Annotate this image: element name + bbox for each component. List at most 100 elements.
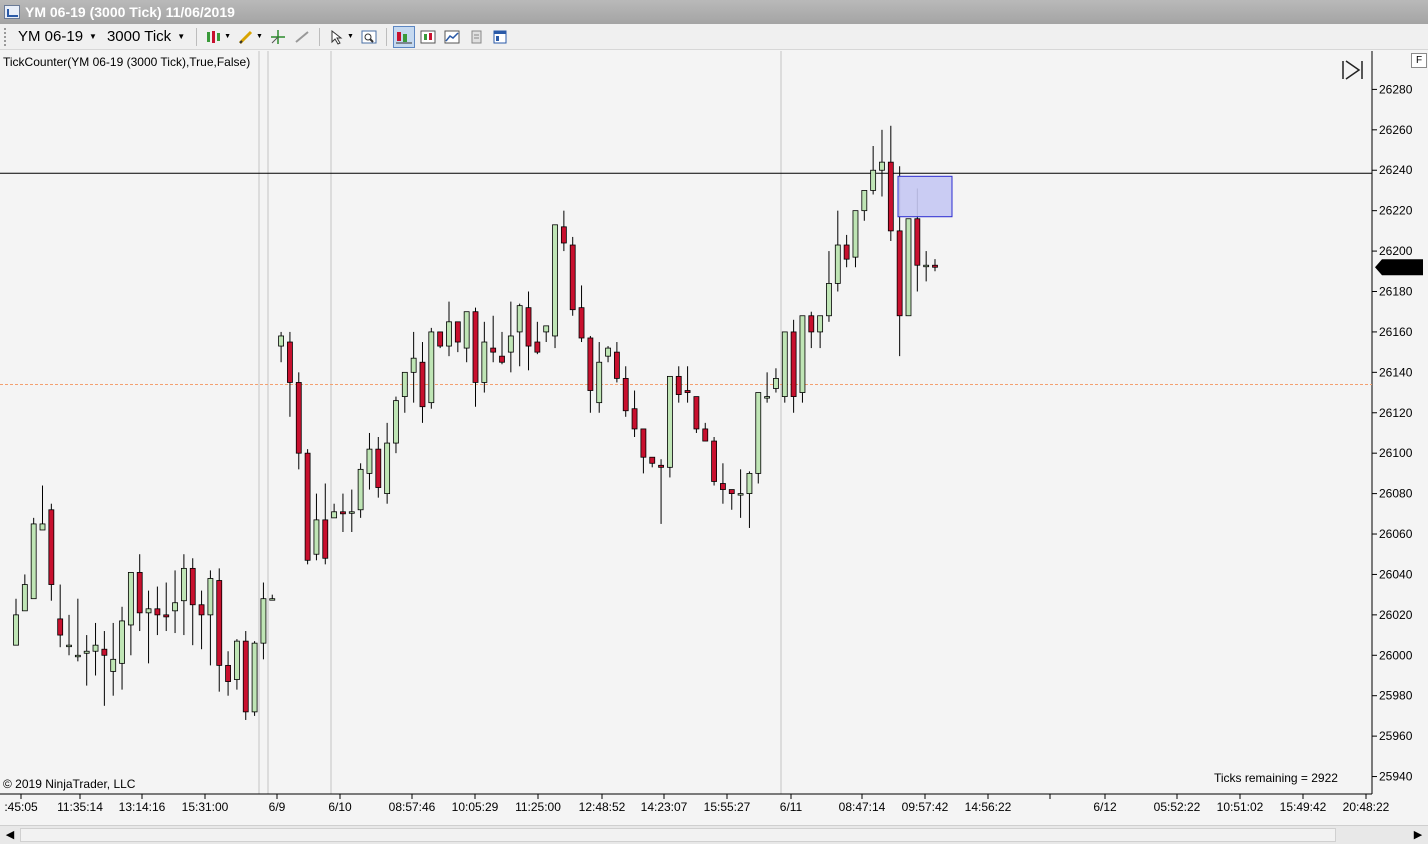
candlestick-style-icon[interactable] (203, 26, 225, 48)
candle (675, 366, 682, 403)
scroll-to-end-icon[interactable] (1341, 59, 1365, 81)
candle (163, 582, 170, 632)
candle (552, 224, 558, 349)
candle (57, 584, 64, 648)
candle-body (516, 305, 523, 333)
candle-body (560, 226, 567, 244)
candle (260, 582, 267, 660)
candle-body (375, 448, 382, 488)
candle-body (66, 644, 72, 648)
candle (348, 489, 355, 532)
candle (225, 651, 231, 696)
candle-body (119, 620, 125, 664)
chevron-down-icon[interactable]: ▼ (224, 33, 231, 40)
candle (30, 517, 37, 600)
candle-body (746, 472, 753, 495)
candle-body (684, 390, 691, 393)
candle (905, 218, 912, 317)
candle-body (366, 448, 373, 474)
templates-icon[interactable] (465, 26, 487, 48)
instrument-selector[interactable]: YM 06-19 ▼ (14, 26, 103, 48)
candle (826, 251, 832, 322)
candle-body (728, 489, 735, 495)
candle-body (631, 408, 638, 430)
crosshair-icon[interactable] (267, 26, 289, 48)
y-tick-label: 26080 (1379, 487, 1413, 501)
candle (189, 558, 196, 646)
toolbar-grip[interactable] (4, 27, 8, 46)
candle (693, 396, 700, 433)
interval-selector[interactable]: 3000 Tick ▼ (103, 26, 191, 48)
candle-body (640, 428, 647, 458)
candle-body (490, 347, 497, 353)
candle-body (887, 161, 894, 232)
x-tick-label: 10:05:29 (452, 800, 499, 814)
candle-body (357, 468, 364, 511)
indicators-icon[interactable] (417, 26, 439, 48)
candle-body (304, 452, 311, 561)
horizontal-scrollbar[interactable]: ◀ ▶ (0, 825, 1428, 844)
candle (234, 639, 240, 690)
x-tick-label: 6/10 (328, 800, 352, 814)
candle-body (234, 640, 240, 680)
f-button[interactable]: F (1411, 53, 1427, 68)
candle (596, 342, 603, 413)
chevron-down-icon[interactable]: ▼ (347, 33, 354, 40)
candle (870, 145, 877, 195)
scroll-left-icon[interactable]: ◀ (2, 828, 18, 843)
toolbar-separator (318, 27, 320, 46)
price-chart[interactable]: 26280 26260 26240 26220 26200 26180 26160 26140… (0, 51, 1428, 825)
scroll-right-icon[interactable]: ▶ (1410, 828, 1426, 843)
candle (817, 315, 824, 349)
candle (304, 449, 311, 565)
candle-body (136, 572, 143, 614)
y-tick-label: 26100 (1379, 446, 1413, 460)
candle-body (896, 230, 903, 317)
strategies-icon[interactable] (441, 26, 463, 48)
y-tick-label: 26060 (1379, 527, 1413, 541)
toolbar-separator (385, 27, 387, 46)
candle (711, 437, 717, 486)
candle (101, 631, 108, 706)
candle-body (127, 572, 134, 626)
candle-body (207, 578, 214, 616)
candle (507, 301, 514, 373)
x-tick-label: 08:47:14 (839, 800, 886, 814)
chart-panel[interactable]: 26280 26260 26240 26220 26200 26180 26160 26140… (0, 51, 1428, 825)
zoom-icon[interactable] (358, 26, 380, 48)
hide-crosshair-icon[interactable] (291, 26, 313, 48)
candle-body (790, 331, 797, 397)
candle-body (499, 355, 505, 363)
candle-body (295, 382, 302, 454)
drawing-tool-icon[interactable] (235, 26, 257, 48)
candle (13, 598, 19, 646)
candle (410, 331, 417, 403)
candle (667, 375, 673, 478)
candle (773, 368, 779, 393)
data-series-icon[interactable] (392, 25, 415, 48)
candle-body (799, 315, 806, 393)
candle-body (817, 315, 824, 333)
candle-body (428, 331, 435, 404)
candle (145, 590, 152, 664)
y-tick-label: 26140 (1379, 365, 1413, 379)
scrollbar-thumb[interactable] (20, 828, 1336, 842)
candle-body (587, 337, 594, 391)
x-tick-label: 6/9 (269, 800, 286, 814)
candle-body (30, 523, 37, 600)
candle-body (48, 509, 55, 585)
pointer-icon[interactable] (326, 26, 348, 48)
candle-body (534, 341, 541, 353)
candle-body (348, 511, 355, 514)
candle-body (649, 456, 656, 464)
candle-body (410, 357, 417, 373)
candle (490, 315, 497, 363)
x-tick-label: 6/12 (1093, 800, 1117, 814)
candle-body (578, 307, 585, 339)
candle (499, 331, 505, 365)
candle (172, 570, 178, 634)
chevron-down-icon[interactable]: ▼ (256, 33, 263, 40)
properties-icon[interactable] (489, 26, 511, 48)
candle (808, 311, 815, 349)
candle-body (145, 608, 152, 614)
